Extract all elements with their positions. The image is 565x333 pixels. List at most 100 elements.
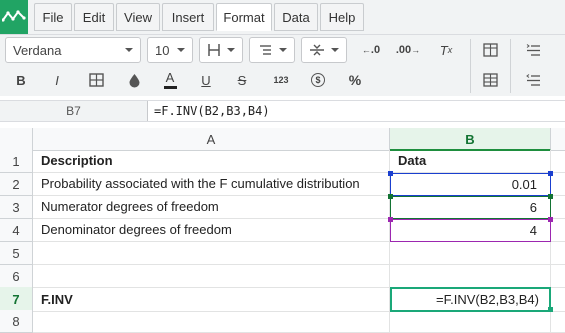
menu-bar: File Edit View Insert Format Data Help <box>0 0 565 34</box>
toolbar-divider <box>470 67 471 93</box>
cell-b6[interactable] <box>390 265 551 288</box>
outdent-button[interactable] <box>521 67 545 93</box>
column-header-c[interactable] <box>551 128 565 151</box>
range-handle-b2[interactable] <box>548 171 553 176</box>
merge-cells-icon <box>482 73 498 87</box>
select-all-corner[interactable] <box>0 128 33 151</box>
menu-file[interactable]: File <box>34 3 72 31</box>
fill-color-button[interactable] <box>122 67 146 93</box>
row-header-3[interactable]: 3 <box>0 196 33 219</box>
menu-data[interactable]: Data <box>274 3 318 31</box>
italic-button[interactable]: I <box>46 67 68 93</box>
row-header-5[interactable]: 5 <box>0 242 33 265</box>
cell-c3[interactable] <box>551 196 565 219</box>
decrease-decimal-label: .0 <box>370 44 381 56</box>
vertical-align-icon <box>310 44 324 56</box>
cell-b3[interactable]: 6 <box>390 196 551 219</box>
underline-button[interactable]: U <box>195 67 217 93</box>
range-handle-b2[interactable] <box>388 171 393 176</box>
fill-color-icon <box>129 73 139 87</box>
row-header-8[interactable]: 8 <box>0 310 33 333</box>
fill-handle[interactable] <box>548 307 553 312</box>
cell-b1[interactable]: Data <box>390 150 551 173</box>
sheets-logo-icon <box>2 10 26 22</box>
text-wrap-dropdown[interactable] <box>249 37 295 63</box>
cell-c7[interactable] <box>551 287 565 312</box>
align-left-icon <box>208 44 220 56</box>
currency-icon: $ <box>311 73 325 87</box>
row-header-2[interactable]: 2 <box>0 173 33 196</box>
cell-a4[interactable]: Denominator degrees of freedom <box>33 219 390 242</box>
menu-format[interactable]: Format <box>216 3 272 31</box>
cell-c6[interactable] <box>551 265 565 288</box>
borders-all-button[interactable] <box>84 67 108 93</box>
column-header-b[interactable]: B <box>390 128 551 151</box>
font-size-dropdown[interactable]: 10 <box>147 37 193 63</box>
cell-a1[interactable]: Description <box>33 150 390 173</box>
cell-b4[interactable]: 4 <box>390 219 551 242</box>
cell-b5[interactable] <box>390 242 551 265</box>
name-box[interactable]: B7 <box>0 101 148 121</box>
menu-insert[interactable]: Insert <box>162 3 214 31</box>
cell-c4[interactable] <box>551 219 565 242</box>
horizontal-align-dropdown[interactable] <box>199 37 243 63</box>
app-logo[interactable] <box>0 0 28 34</box>
cell-a8[interactable] <box>33 310 390 333</box>
percent-format-button[interactable]: % <box>343 67 367 93</box>
wrap-text-icon <box>260 45 271 55</box>
row-header-7[interactable]: 7 <box>0 287 33 312</box>
increase-decimal-label: .00 <box>395 44 412 56</box>
text-color-swatch <box>163 86 177 89</box>
row-header-4[interactable]: 4 <box>0 219 33 242</box>
chevron-down-icon <box>125 48 133 52</box>
indent-button[interactable] <box>521 37 545 63</box>
cell-a3[interactable]: Numerator degrees of freedom <box>33 196 390 219</box>
number-format-button[interactable]: 123 <box>268 67 294 93</box>
font-size-value: 10 <box>155 42 170 58</box>
cell-a5[interactable] <box>33 242 390 265</box>
row-header-6[interactable]: 6 <box>0 265 33 288</box>
range-handle-b4[interactable] <box>548 217 553 222</box>
borders-icon <box>88 73 104 87</box>
toolbar-divider <box>510 67 511 93</box>
menu-help[interactable]: Help <box>320 3 364 31</box>
chevron-down-icon <box>177 48 185 52</box>
range-handle-b4[interactable] <box>388 217 393 222</box>
row-header-1[interactable]: 1 <box>0 150 33 173</box>
cell-c5[interactable] <box>551 242 565 265</box>
cell-a6[interactable] <box>33 265 390 288</box>
chevron-down-icon <box>331 48 339 52</box>
decrease-decimal-button[interactable]: ← .0 <box>357 37 385 63</box>
clear-formatting-icon: T <box>439 42 448 58</box>
formula-input[interactable]: =F.INV(B2,B3,B4) <box>154 101 270 121</box>
strikethrough-button[interactable]: S <box>231 67 253 93</box>
cell-a7[interactable]: F.INV <box>33 287 390 312</box>
menu-view[interactable]: View <box>116 3 160 31</box>
menu-edit[interactable]: Edit <box>74 3 114 31</box>
font-family-dropdown[interactable]: Verdana <box>5 37 141 63</box>
chevron-down-icon <box>227 48 235 52</box>
cell-b2[interactable]: 0.01 <box>390 173 551 196</box>
indent-icon <box>526 43 540 56</box>
bold-button[interactable]: B <box>10 67 32 93</box>
cell-a2[interactable]: Probability associated with the F cumula… <box>33 173 390 196</box>
range-handle-b3[interactable] <box>548 194 553 199</box>
borders-button[interactable] <box>478 37 502 63</box>
range-handle-b3[interactable] <box>388 194 393 199</box>
table-grid-icon <box>482 43 498 57</box>
toolbar: Verdana 10 ← .0 .00 → Tx B I A U S 123 $… <box>0 34 565 96</box>
font-family-value: Verdana <box>13 42 62 58</box>
currency-format-button[interactable]: $ <box>306 67 330 93</box>
outdent-icon <box>525 73 540 86</box>
vertical-align-dropdown[interactable] <box>301 37 347 63</box>
cell-b8[interactable] <box>390 310 551 333</box>
clear-formatting-button[interactable]: Tx <box>434 37 458 63</box>
cell-c8[interactable] <box>551 310 565 333</box>
cell-c1[interactable] <box>551 150 565 173</box>
cell-c2[interactable] <box>551 173 565 196</box>
column-header-a[interactable]: A <box>33 128 390 151</box>
cell-b7-active-editor[interactable]: =F.INV(B2,B3,B4) <box>390 287 551 312</box>
merge-cells-button[interactable] <box>478 67 502 93</box>
increase-decimal-button[interactable]: .00 → <box>393 37 423 63</box>
text-color-button[interactable]: A <box>158 67 182 93</box>
